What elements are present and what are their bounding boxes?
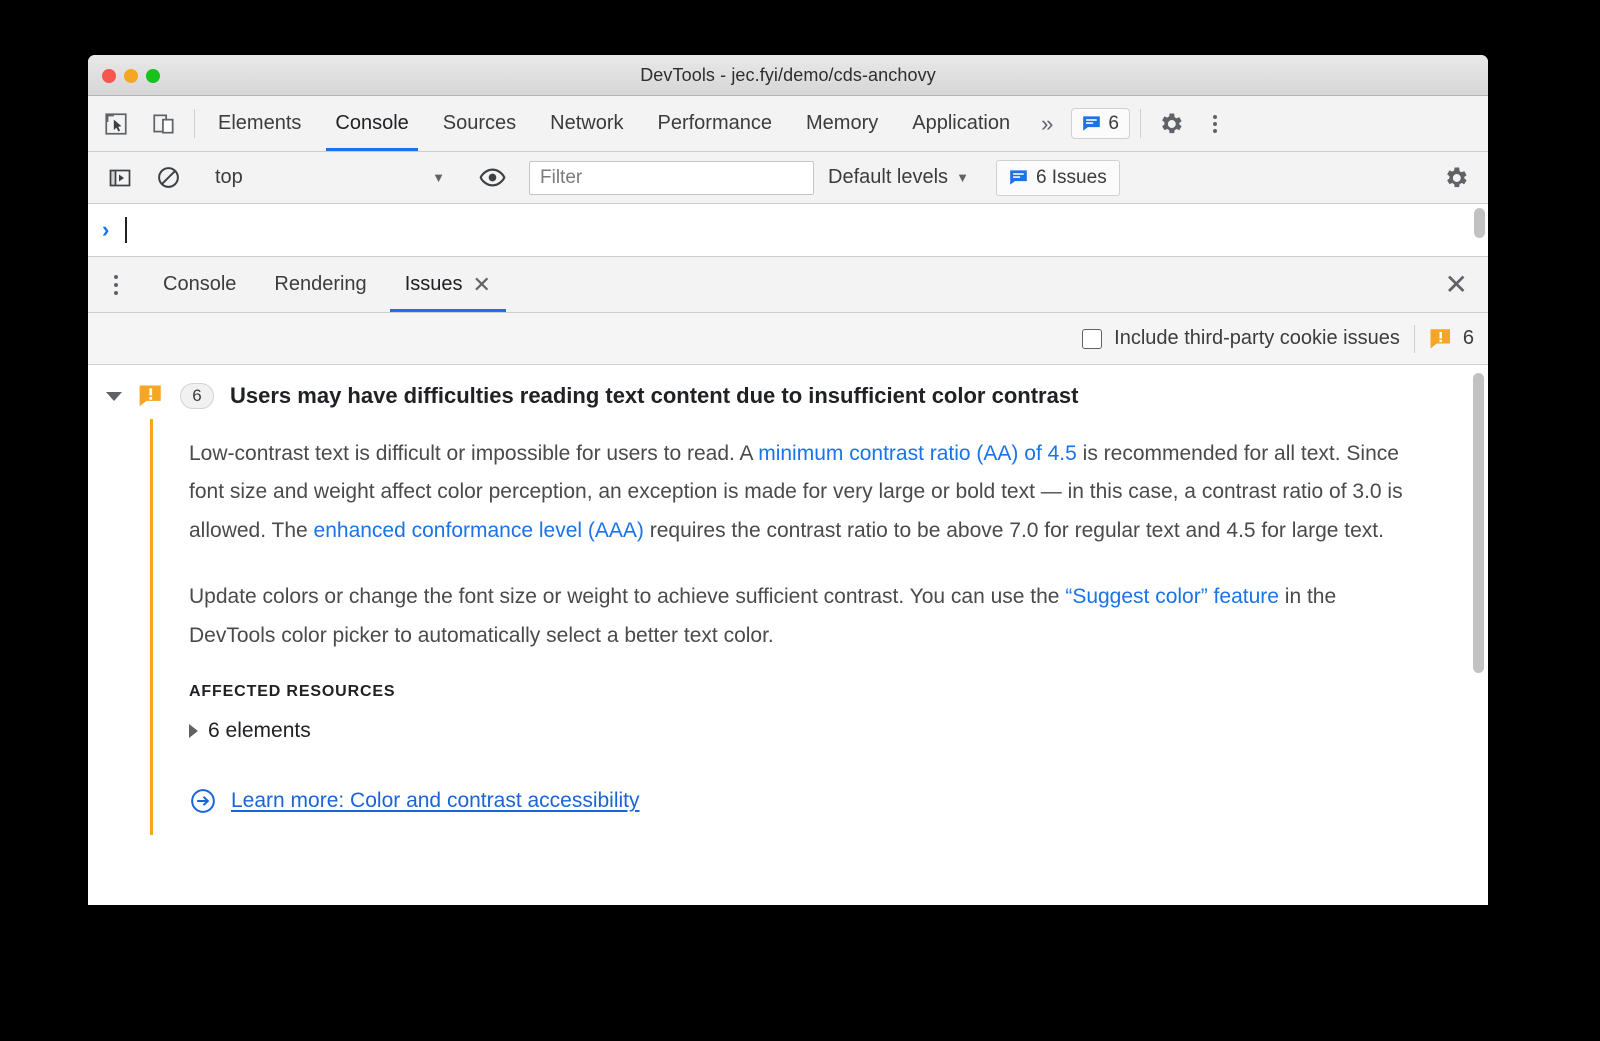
learn-more-link[interactable]: Learn more: Color and contrast accessibi… bbox=[231, 789, 640, 813]
issue-title: Users may have difficulties reading text… bbox=[230, 383, 1079, 408]
close-window-button[interactable] bbox=[102, 69, 116, 83]
window-traffic-lights bbox=[102, 69, 160, 83]
collapse-triangle-icon[interactable] bbox=[189, 724, 198, 739]
third-party-cookie-checkbox[interactable]: Include third-party cookie issues bbox=[1082, 327, 1400, 350]
tab-console[interactable]: Console bbox=[318, 96, 425, 151]
drawer-tab-console[interactable]: Console bbox=[144, 257, 255, 312]
warning-count-indicator: 6 bbox=[1429, 327, 1474, 351]
drawer-tab-issues[interactable]: Issues ✕ bbox=[386, 257, 510, 312]
warning-issue-icon bbox=[139, 385, 161, 407]
tab-application[interactable]: Application bbox=[895, 96, 1027, 151]
issues-count-value: 6 bbox=[1108, 112, 1119, 134]
log-levels-label: Default levels bbox=[828, 166, 949, 188]
filter-input[interactable] bbox=[529, 160, 814, 195]
devtools-window: DevTools - jec.fyi/demo/cds-anchovy Elem… bbox=[88, 55, 1488, 905]
more-tabs-icon[interactable]: » bbox=[1027, 96, 1067, 151]
chevron-down-icon: ▼ bbox=[432, 170, 445, 185]
drawer-tabbar: Console Rendering Issues ✕ ✕ bbox=[88, 257, 1488, 313]
drawer-tab-rendering[interactable]: Rendering bbox=[255, 257, 385, 312]
issue-header-row[interactable]: 6 Users may have difficulties reading te… bbox=[88, 365, 1488, 419]
paragraph1-part3: requires the contrast ratio to be above … bbox=[643, 518, 1384, 542]
close-icon: ✕ bbox=[1444, 269, 1468, 300]
message-icon bbox=[1010, 170, 1027, 185]
close-drawer-button[interactable]: ✕ bbox=[1445, 257, 1468, 312]
text-cursor bbox=[125, 217, 128, 243]
execution-context-value: top bbox=[215, 166, 243, 188]
issues-subtoolbar: Include third-party cookie issues 6 bbox=[88, 313, 1488, 365]
console-prompt-area[interactable]: › bbox=[88, 204, 1488, 257]
enhanced-conformance-link[interactable]: enhanced conformance level (AAA) bbox=[314, 519, 644, 542]
tab-performance[interactable]: Performance bbox=[641, 96, 790, 151]
expand-triangle-icon[interactable] bbox=[106, 391, 122, 401]
issues-list: 6 Users may have difficulties reading te… bbox=[88, 365, 1488, 865]
tab-label: Application bbox=[912, 112, 1011, 134]
drawer-tab-label: Console bbox=[163, 273, 237, 295]
minimum-contrast-ratio-link[interactable]: minimum contrast ratio (AA) of 4.5 bbox=[758, 442, 1077, 465]
prompt-arrow-icon: › bbox=[102, 217, 110, 242]
tab-sources[interactable]: Sources bbox=[426, 96, 533, 151]
window-title: DevTools - jec.fyi/demo/cds-anchovy bbox=[640, 64, 936, 85]
issue-description-paragraph-1: Low-contrast text is difficult or imposs… bbox=[189, 435, 1424, 550]
circled-arrow-icon bbox=[191, 789, 215, 813]
console-sidebar-icon[interactable] bbox=[96, 152, 144, 204]
issues-button-label: 6 Issues bbox=[1035, 166, 1107, 188]
device-toolbar-icon[interactable] bbox=[140, 96, 188, 151]
log-levels-dropdown[interactable]: Default levels ▼ bbox=[814, 166, 983, 189]
tab-memory[interactable]: Memory bbox=[789, 96, 895, 151]
affected-resources-value: 6 elements bbox=[208, 719, 311, 743]
issues-scrollbar[interactable] bbox=[1473, 373, 1484, 673]
main-tabbar: Elements Console Sources Network Perform… bbox=[88, 96, 1488, 152]
issue-description-paragraph-2: Update colors or change the font size or… bbox=[189, 578, 1424, 655]
tab-label: Performance bbox=[657, 112, 773, 134]
close-icon[interactable]: ✕ bbox=[473, 272, 491, 298]
affected-resources-row[interactable]: 6 elements bbox=[189, 719, 1488, 743]
affected-resources-label: AFFECTED RESOURCES bbox=[189, 683, 396, 701]
learn-more-row[interactable]: Learn more: Color and contrast accessibi… bbox=[189, 787, 1488, 815]
gear-icon[interactable] bbox=[1432, 152, 1480, 204]
drawer-tab-label: Rendering bbox=[274, 273, 367, 295]
tab-label: Memory bbox=[806, 112, 879, 134]
gear-icon[interactable] bbox=[1147, 110, 1195, 138]
toolbar-divider bbox=[1139, 109, 1141, 138]
window-titlebar: DevTools - jec.fyi/demo/cds-anchovy bbox=[88, 55, 1488, 96]
paragraph1-part1: Low-contrast text is difficult or imposs… bbox=[189, 442, 759, 465]
message-icon bbox=[1083, 116, 1101, 131]
suggest-color-feature-link[interactable]: “Suggest color” feature bbox=[1065, 585, 1279, 608]
chevron-down-icon: ▼ bbox=[956, 170, 969, 185]
maximize-window-button[interactable] bbox=[146, 69, 160, 83]
drawer-menu-icon[interactable] bbox=[88, 257, 144, 312]
tab-label: Network bbox=[550, 112, 624, 134]
execution-context-dropdown[interactable]: top ▼ bbox=[205, 161, 455, 195]
paragraph2-part1: Update colors or change the font size or… bbox=[189, 585, 1066, 609]
issue-detail-panel: Low-contrast text is difficult or imposs… bbox=[150, 419, 1488, 836]
warning-issue-icon bbox=[1430, 328, 1450, 348]
tab-label: Console bbox=[335, 112, 409, 134]
toolbar-divider bbox=[194, 109, 195, 138]
console-scrollbar[interactable] bbox=[1474, 208, 1485, 238]
panel-tabs: Elements Console Sources Network Perform… bbox=[201, 96, 1027, 151]
tab-label: Sources bbox=[442, 112, 517, 134]
inspect-element-icon[interactable] bbox=[92, 96, 140, 151]
minimize-window-button[interactable] bbox=[124, 69, 138, 83]
tab-network[interactable]: Network bbox=[533, 96, 640, 151]
warning-count-value: 6 bbox=[1462, 327, 1474, 349]
live-expression-icon[interactable] bbox=[468, 152, 516, 204]
tabbar-right-controls bbox=[1147, 96, 1235, 151]
drawer-tab-label: Issues bbox=[404, 273, 463, 295]
tab-elements[interactable]: Elements bbox=[201, 96, 318, 151]
console-toolbar: top ▼ Default levels ▼ 6 Issues bbox=[88, 152, 1488, 204]
checkbox-label: Include third-party cookie issues bbox=[1114, 327, 1400, 349]
toolbar-divider bbox=[1413, 324, 1415, 353]
issue-count-pill: 6 bbox=[180, 383, 214, 409]
clear-console-icon[interactable] bbox=[144, 152, 192, 204]
tab-label: Elements bbox=[218, 112, 302, 134]
checkbox-box[interactable] bbox=[1082, 328, 1103, 349]
issues-count-badge[interactable]: 6 bbox=[1071, 108, 1130, 139]
issues-toolbar-button[interactable]: 6 Issues bbox=[995, 159, 1120, 196]
kebab-menu-icon[interactable] bbox=[1195, 114, 1235, 133]
